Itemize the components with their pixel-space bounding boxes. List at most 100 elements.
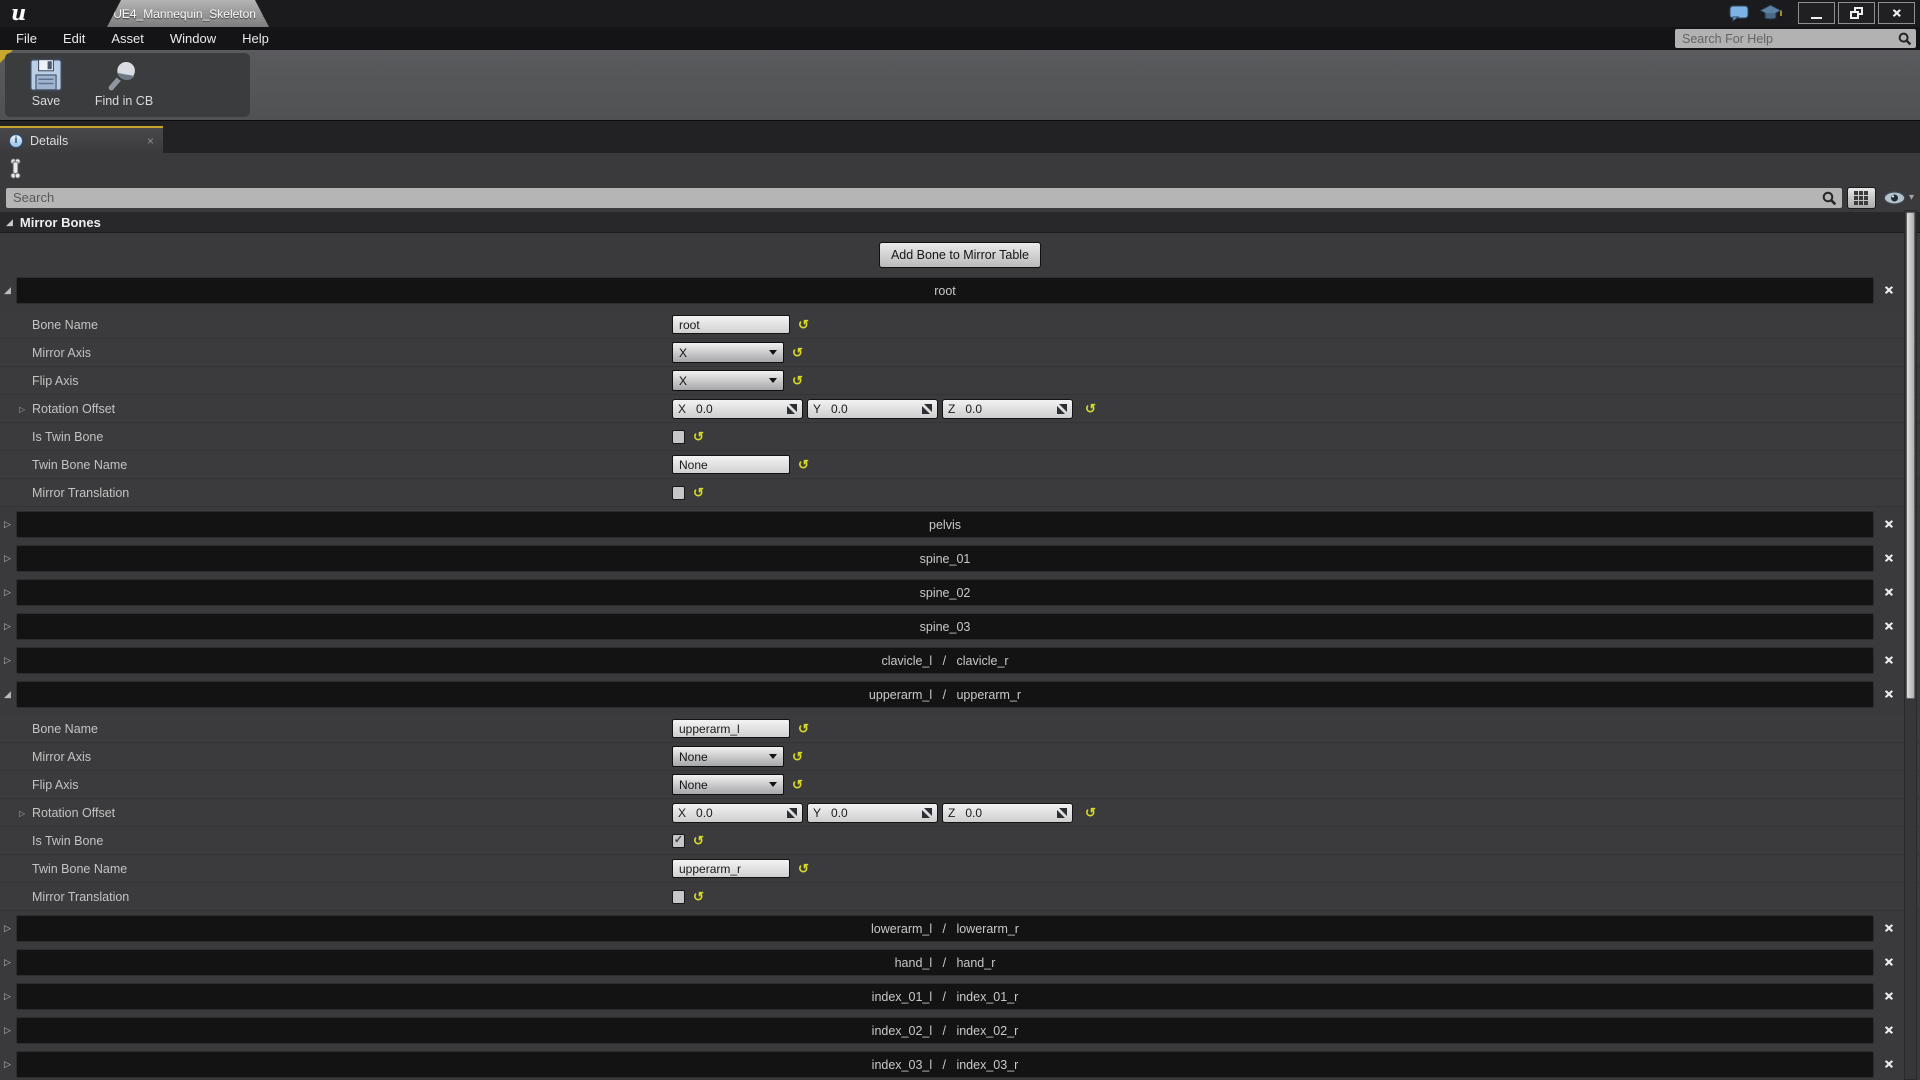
tutorial-cap-icon[interactable] xyxy=(1759,4,1782,22)
reset-to-default-icon[interactable]: ↺ xyxy=(798,317,809,333)
rotation-offset-x-spinbox[interactable]: X0.0 xyxy=(672,803,803,823)
reset-to-default-icon[interactable]: ↺ xyxy=(798,861,809,877)
collapse-arrow-icon[interactable]: ◢ xyxy=(4,285,11,296)
property-value: X↺ xyxy=(672,370,803,391)
reset-to-default-icon[interactable]: ↺ xyxy=(792,345,803,361)
bone-row: ◢ root × xyxy=(0,277,1920,307)
menu-asset[interactable]: Asset xyxy=(98,31,157,46)
feedback-bubble-icon[interactable] xyxy=(1729,5,1750,22)
remove-bone-button[interactable]: × xyxy=(1884,652,1893,669)
save-button[interactable]: Save xyxy=(15,57,77,117)
flip-axis-dropdown[interactable]: X xyxy=(672,370,784,391)
remove-bone-button[interactable]: × xyxy=(1884,954,1893,971)
bone-title-bar[interactable]: clavicle_l / clavicle_r xyxy=(16,647,1874,674)
details-tab-close-icon[interactable]: × xyxy=(147,134,154,148)
remove-bone-button[interactable]: × xyxy=(1884,988,1893,1005)
bone-name-input[interactable]: root xyxy=(672,315,790,334)
asset-tab[interactable]: UE4_Mannequin_Skeleton × xyxy=(107,0,269,27)
rotation-offset-y-spinbox[interactable]: Y0.0 xyxy=(807,399,938,419)
property-label: Mirror Translation xyxy=(0,890,672,904)
reset-to-default-icon[interactable]: ↺ xyxy=(693,889,704,905)
menu-file[interactable]: File xyxy=(0,31,50,46)
rotation-offset-z-spinbox[interactable]: Z0.0 xyxy=(942,803,1073,823)
search-input[interactable]: Search xyxy=(6,188,1842,208)
property-row-twin-bone-name: Twin Bone NameNone↺ xyxy=(0,451,1920,479)
remove-bone-button[interactable]: × xyxy=(1884,618,1893,635)
minimize-button[interactable] xyxy=(1798,2,1835,24)
bone-title-bar[interactable]: root xyxy=(16,277,1874,304)
reset-to-default-icon[interactable]: ↺ xyxy=(798,721,809,737)
asset-tab-close-icon[interactable]: × xyxy=(262,7,269,21)
bone-title-bar[interactable]: pelvis xyxy=(16,511,1874,538)
twin-bone-name-input[interactable]: upperarm_r xyxy=(672,859,790,878)
remove-bone-button[interactable]: × xyxy=(1884,584,1893,601)
expand-arrow-icon[interactable]: ▷ xyxy=(4,587,11,598)
remove-bone-button[interactable]: × xyxy=(1884,1022,1893,1039)
is-twin-bone-checkbox[interactable] xyxy=(672,430,685,444)
bone-title-bar[interactable]: hand_l / hand_r xyxy=(16,949,1874,976)
remove-bone-button[interactable]: × xyxy=(1884,920,1893,937)
reset-to-default-icon[interactable]: ↺ xyxy=(798,457,809,473)
rotation-offset-x-spinbox[interactable]: X0.0 xyxy=(672,399,803,419)
reset-to-default-icon[interactable]: ↺ xyxy=(1085,805,1096,821)
remove-bone-button[interactable]: × xyxy=(1884,516,1893,533)
property-matrix-button[interactable] xyxy=(1847,187,1876,209)
scrollbar-thumb[interactable] xyxy=(1906,212,1915,699)
reset-to-default-icon[interactable]: ↺ xyxy=(1085,401,1096,417)
reset-to-default-icon[interactable]: ↺ xyxy=(792,777,803,793)
expand-arrow-icon[interactable]: ▷ xyxy=(4,655,11,666)
expand-arrow-icon[interactable]: ▷ xyxy=(4,1025,11,1036)
bone-title-bar[interactable]: index_01_l / index_01_r xyxy=(16,983,1874,1010)
bone-title-bar[interactable]: spine_03 xyxy=(16,613,1874,640)
maximize-button[interactable] xyxy=(1838,2,1875,24)
display-filter-button[interactable]: ▾ xyxy=(1881,191,1916,205)
expand-arrow-icon[interactable]: ▷ xyxy=(4,957,11,968)
bone-title-bar[interactable]: upperarm_l / upperarm_r xyxy=(16,681,1874,708)
reset-to-default-icon[interactable]: ↺ xyxy=(792,373,803,389)
rotation-offset-y-spinbox[interactable]: Y0.0 xyxy=(807,803,938,823)
mirror-translation-checkbox[interactable] xyxy=(672,486,685,500)
twin-bone-name-input[interactable]: None xyxy=(672,455,790,474)
expand-arrow-icon[interactable]: ▷ xyxy=(4,923,11,934)
menu-edit[interactable]: Edit xyxy=(50,31,98,46)
reset-to-default-icon[interactable]: ↺ xyxy=(693,833,704,849)
close-window-button[interactable]: × xyxy=(1878,2,1915,24)
collapse-arrow-icon[interactable]: ◢ xyxy=(4,689,11,700)
remove-bone-button[interactable]: × xyxy=(1884,282,1893,299)
axis-label: X xyxy=(678,806,686,820)
remove-bone-button[interactable]: × xyxy=(1884,550,1893,567)
mirror-axis-dropdown[interactable]: None xyxy=(672,746,784,767)
selected-option: None xyxy=(679,778,708,792)
expand-arrow-icon[interactable]: ▷ xyxy=(4,553,11,564)
expand-arrow-icon[interactable]: ▷ xyxy=(4,621,11,632)
reset-to-default-icon[interactable]: ↺ xyxy=(693,429,704,445)
expand-arrow-icon[interactable]: ▷ xyxy=(4,1059,11,1070)
flip-axis-dropdown[interactable]: None xyxy=(672,774,784,795)
expand-arrow-icon[interactable]: ▷ xyxy=(19,809,25,818)
expand-arrow-icon[interactable]: ▷ xyxy=(4,991,11,1002)
menu-window[interactable]: Window xyxy=(157,31,229,46)
tab-details[interactable]: i Details × xyxy=(0,126,163,153)
is-twin-bone-checkbox[interactable]: ✓ xyxy=(672,834,685,848)
mirror-translation-checkbox[interactable] xyxy=(672,890,685,904)
add-bone-to-mirror-table-button[interactable]: Add Bone to Mirror Table xyxy=(879,242,1041,268)
bone-title-bar[interactable]: index_02_l / index_02_r xyxy=(16,1017,1874,1044)
bone-title-bar[interactable]: lowerarm_l / lowerarm_r xyxy=(16,915,1874,942)
bone-name-input[interactable]: upperarm_l xyxy=(672,719,790,738)
vertical-scrollbar[interactable] xyxy=(1904,210,1917,1080)
find-in-content-browser-button[interactable]: Find in CB xyxy=(93,57,155,117)
remove-bone-button[interactable]: × xyxy=(1884,686,1893,703)
menu-help[interactable]: Help xyxy=(229,31,282,46)
expand-arrow-icon[interactable]: ▷ xyxy=(19,405,25,414)
expand-arrow-icon[interactable]: ▷ xyxy=(4,519,11,530)
bone-title-bar[interactable]: spine_02 xyxy=(16,579,1874,606)
bone-title-bar[interactable]: index_03_l / index_03_r xyxy=(16,1051,1874,1078)
bone-title-bar[interactable]: spine_01 xyxy=(16,545,1874,572)
reset-to-default-icon[interactable]: ↺ xyxy=(792,749,803,765)
rotation-offset-z-spinbox[interactable]: Z0.0 xyxy=(942,399,1073,419)
mirror-bones-section-header[interactable]: ◢ Mirror Bones xyxy=(0,212,1920,233)
help-search-input[interactable]: Search For Help xyxy=(1675,29,1916,48)
mirror-axis-dropdown[interactable]: X xyxy=(672,342,784,363)
reset-to-default-icon[interactable]: ↺ xyxy=(693,485,704,501)
remove-bone-button[interactable]: × xyxy=(1884,1056,1893,1073)
